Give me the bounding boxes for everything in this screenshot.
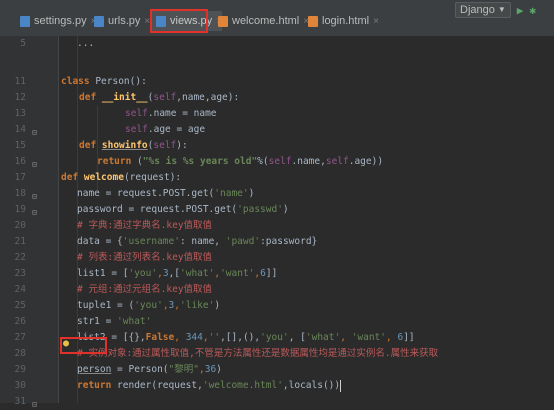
code-line-28: str1 = 'what' (77, 316, 152, 327)
fold-marker-icon[interactable]: ⊟ (32, 128, 37, 137)
html-file-icon (308, 15, 318, 27)
code-editor[interactable]: ... class Person(): def __init__(self,na… (59, 36, 554, 403)
line-number: 21 (14, 236, 26, 247)
line-number: 12 (14, 92, 26, 103)
code-line-25: list1 = ['you',3,['what','want',6]] (77, 268, 278, 279)
tab-label: settings.py (34, 15, 87, 27)
line-number: 29 (14, 364, 26, 375)
code-line-20: name = request.POST.get('name') (77, 188, 255, 199)
tab-welcome-html[interactable]: welcome.html × (214, 11, 309, 31)
code-line-32: return render(request,'welcome.html',loc… (77, 379, 342, 392)
tab-settings-py[interactable]: settings.py × (16, 11, 96, 31)
line-number: 19 (14, 204, 26, 215)
line-number: 31 (14, 396, 26, 407)
code-line-13: class Person(): (61, 76, 147, 87)
person-variable: person (77, 364, 112, 375)
code-line-27: tuple1 = ('you',3,'like') (77, 300, 221, 311)
code-line-31: person = Person("黎明",36) (77, 364, 222, 375)
line-number-gutter: 5 11 12 13 14 15 16 17 18 19 20 21 22 23… (0, 36, 59, 409)
code-line-24: # 列表:通过列表名.key值取值 (77, 252, 213, 263)
line-number: 14 (14, 124, 26, 135)
line-number: 24 (14, 284, 26, 295)
run-icon[interactable]: ▶ (517, 4, 524, 17)
line-number: 23 (14, 268, 26, 279)
text-caret (340, 379, 342, 392)
fold-marker-icon[interactable]: ⊟ (32, 192, 37, 201)
tab-urls-py[interactable]: urls.py × (90, 11, 150, 31)
line-number: 28 (14, 348, 26, 359)
code-line-19: def welcome(request): (61, 172, 182, 183)
code-line-23: data = {'username': name, 'pawd':passwor… (77, 236, 318, 247)
run-configuration-label: Django (460, 4, 495, 16)
code-line-29: list2 = [{},False, 344,'',[],(),'you', [… (77, 332, 415, 343)
python-file-icon (94, 15, 104, 27)
tab-label: login.html (322, 15, 370, 27)
line-number: 26 (14, 316, 26, 327)
line-number: 16 (14, 156, 26, 167)
tab-label: welcome.html (232, 15, 300, 27)
code-line-16: self.age = age (125, 124, 206, 135)
fold-end-icon[interactable]: ⊟ (32, 400, 37, 409)
folded-code[interactable]: ... (77, 36, 94, 52)
person-highlight-box (60, 337, 107, 354)
debug-icon[interactable]: ✱ (529, 4, 536, 17)
fold-marker-icon[interactable]: ⊟ (32, 160, 37, 169)
tab-label: urls.py (108, 15, 141, 27)
code-line-14: def __init__(self,name,age): (79, 92, 240, 103)
line-number: 13 (14, 108, 26, 119)
python-file-icon (20, 15, 30, 27)
line-number: 15 (14, 140, 26, 151)
line-number: 25 (14, 300, 26, 311)
run-toolbar: Django ▼ ▶ ✱ (455, 2, 536, 18)
line-number: 5 (20, 38, 26, 49)
line-number: 11 (14, 76, 26, 87)
line-number: 27 (14, 332, 26, 343)
close-icon[interactable]: × (373, 16, 379, 27)
editor-tab-bar: settings.py × urls.py × views.py × welco… (0, 0, 554, 37)
views-tab-highlight (150, 9, 208, 33)
line-number: 18 (14, 188, 26, 199)
chevron-down-icon: ▼ (497, 5, 506, 14)
code-line-17: def showinfo(self): (79, 140, 188, 151)
html-file-icon (218, 15, 228, 27)
code-line-18: return ("%s is %s years old"%(self.name,… (97, 156, 384, 167)
code-line-26: # 元组:通过元组名.key值取值 (77, 284, 213, 295)
line-number: 17 (14, 172, 26, 183)
run-configuration-select[interactable]: Django ▼ (455, 2, 511, 18)
line-number: 20 (14, 220, 26, 231)
tab-login-html[interactable]: login.html × (304, 11, 379, 31)
code-line-21: password = request.POST.get('passwd') (77, 204, 289, 215)
line-number: 22 (14, 252, 26, 263)
code-line-22: # 字典:通过字典名.key值取值 (77, 220, 213, 231)
fold-marker-icon[interactable]: ⊟ (32, 208, 37, 217)
code-line-30: # 实例对象:通过属性取值,不管是方法属性还是数据属性均是通过实例名.属性来获取 (77, 348, 439, 359)
code-line-15: self.name = name (125, 108, 217, 119)
line-number: 30 (14, 380, 26, 391)
